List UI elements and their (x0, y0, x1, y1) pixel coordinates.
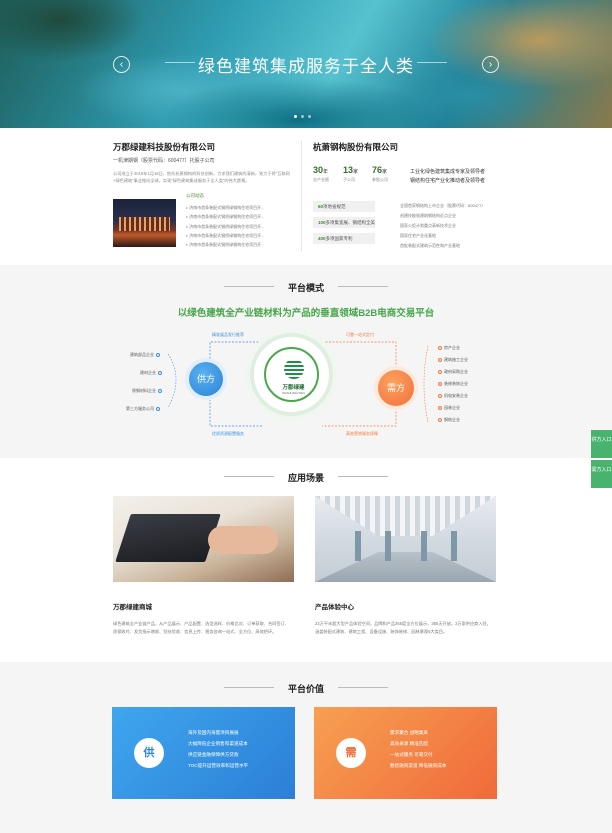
supply-node: 第三方服务公司 (126, 406, 160, 412)
supply-circle: 供方 (189, 362, 223, 396)
section-title-value: 平台价值 (287, 684, 324, 694)
flow-label: 优质资源配置服务 (212, 431, 244, 436)
brand-logo-en: WANJUNLVJIAN (282, 391, 305, 395)
supply-value-card: 供 海外及国内海量项目展展 大幅降低企业销售和渠道成本 供应链金融保障供方贷款 … (112, 707, 295, 799)
value-list: 需求聚合 战略集采 高效录源 精准匹配 一站式服务 可靠交付 数智融资渠道 降低… (390, 730, 447, 768)
demand-node: 装修装饰企业 (438, 381, 468, 387)
value-list: 海外及国内海量项目展展 大幅降低企业销售和渠道成本 供应链金融保障供方贷款 TO… (188, 730, 249, 768)
section-title-scenes: 应用场景 (287, 473, 324, 483)
demand-node: 政府采购企业 (438, 369, 468, 375)
scene-description: 绿色建筑全产业链产品，从产品展示、产品配置、选型选样、价格比对、订单获取、合同签… (113, 621, 289, 634)
demand-circle: 需方 (378, 370, 414, 406)
demand-node: 园林企业 (438, 405, 460, 411)
scene-title[interactable]: 万郡绿建商城 (113, 601, 152, 611)
demand-node: 钢结企业 (438, 417, 460, 423)
demand-node: 机电安装企业 (438, 393, 468, 399)
scene-title[interactable]: 产品体验中心 (315, 601, 354, 611)
brand-logo-text: 万郡绿建 (282, 385, 305, 391)
supply-node: 建材企业 (140, 370, 162, 376)
supply-entry-tab[interactable]: 供方入口 (591, 430, 612, 458)
experience-center-image[interactable] (315, 496, 496, 582)
flow-label: 高效营销服务保障 (346, 431, 378, 436)
demand-value-card: 需 需求聚合 战略集采 高效录源 精准匹配 一站式服务 可靠交付 数智融资渠道 … (314, 707, 497, 799)
title-line-right (338, 687, 388, 688)
demand-node: 建筑施工企业 (438, 357, 468, 363)
brand-logo-icon (284, 359, 304, 379)
supply-icon: 供 (134, 738, 164, 768)
supply-node: 建筑部品企业 (130, 352, 160, 358)
title-line-right (338, 476, 388, 477)
platform-logo-circle: 万郡绿建 WANJUNLVJIAN (250, 333, 333, 416)
flow-label: 精准展品发行推荐 (212, 332, 244, 337)
demand-node: 房产企业 (438, 345, 460, 351)
supply-node: 原钢材料企业 (132, 388, 162, 394)
demand-icon: 需 (336, 738, 366, 768)
scene-description: 22万平米超大型产品体验空间，品牌和产品365度全方位展示，365天开放。2万家… (315, 621, 491, 634)
flow-label: 可靠一站式定付 (346, 332, 374, 337)
mall-scene-image[interactable] (113, 496, 294, 582)
